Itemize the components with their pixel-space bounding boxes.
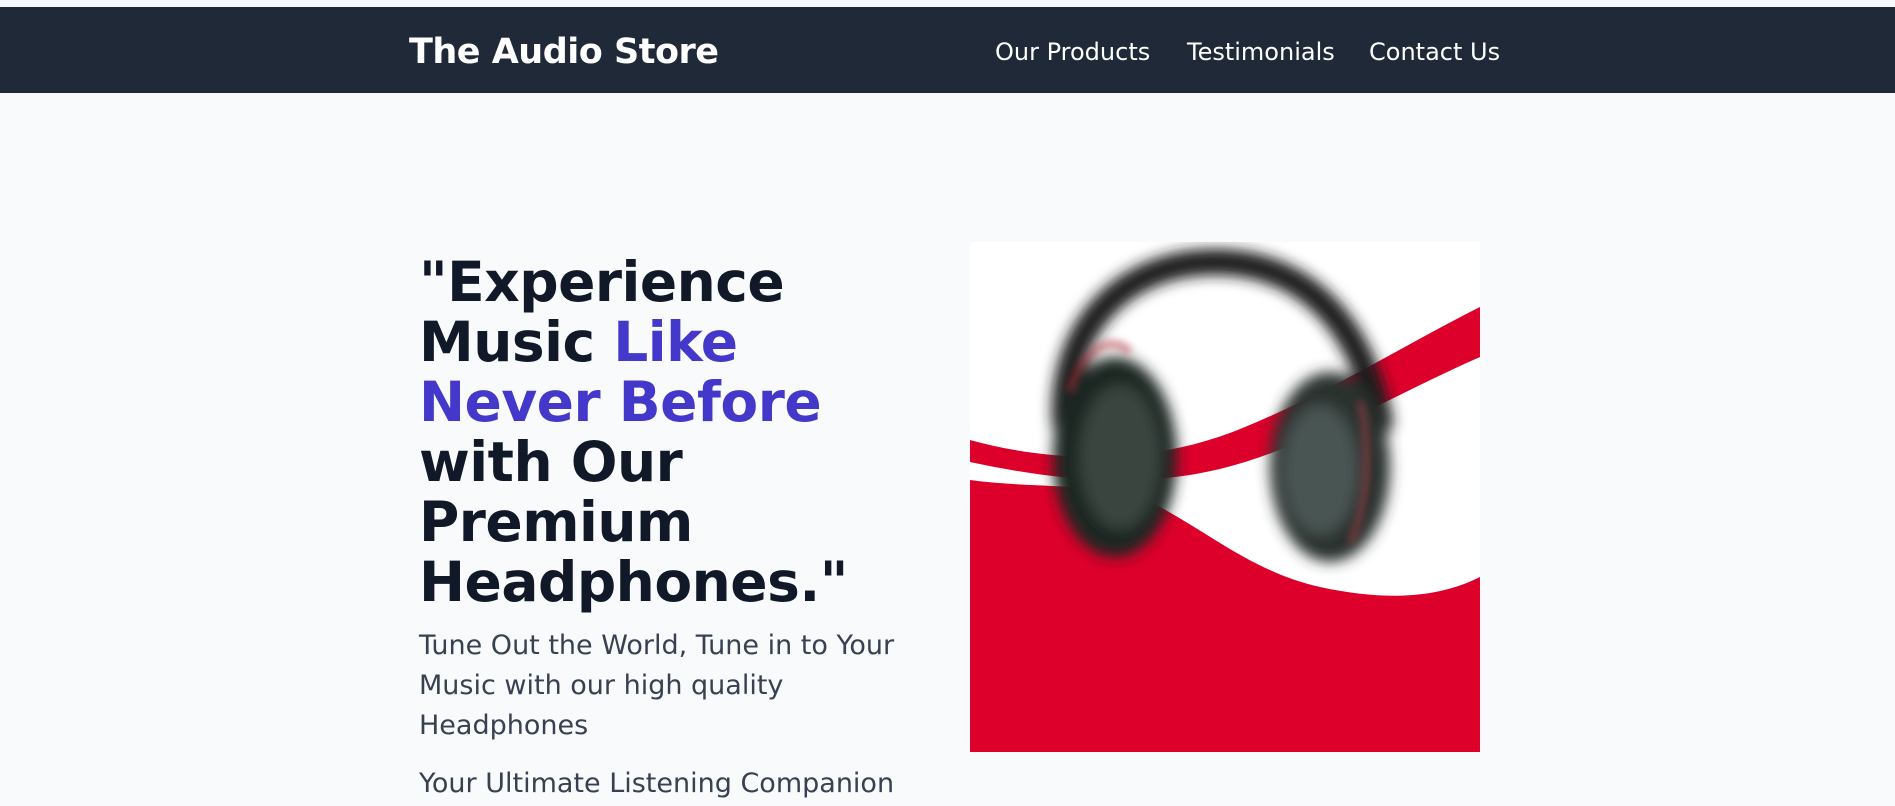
hero-tagline: Your Ultimate Listening Companion [419,768,895,799]
navbar: The Audio Store Our Products Testimonial… [0,7,1895,93]
headphones-illustration [970,242,1480,752]
nav-testimonials[interactable]: Testimonials [1187,40,1335,64]
headline-part-2: with Our Premium Headphones." [419,430,848,614]
hero-subtitle: Tune Out the World, Tune in to Your Musi… [419,630,895,741]
top-strip [0,0,1895,7]
headphones-image [970,242,1480,752]
brand-logo-link[interactable]: The Audio Store [409,35,719,70]
nav-our-products[interactable]: Our Products [995,40,1150,64]
nav-contact-us[interactable]: Contact Us [1369,40,1500,64]
hero-copy: "Experience Music Like Never Before with… [419,252,919,802]
hero-headline: "Experience Music Like Never Before with… [419,252,919,612]
